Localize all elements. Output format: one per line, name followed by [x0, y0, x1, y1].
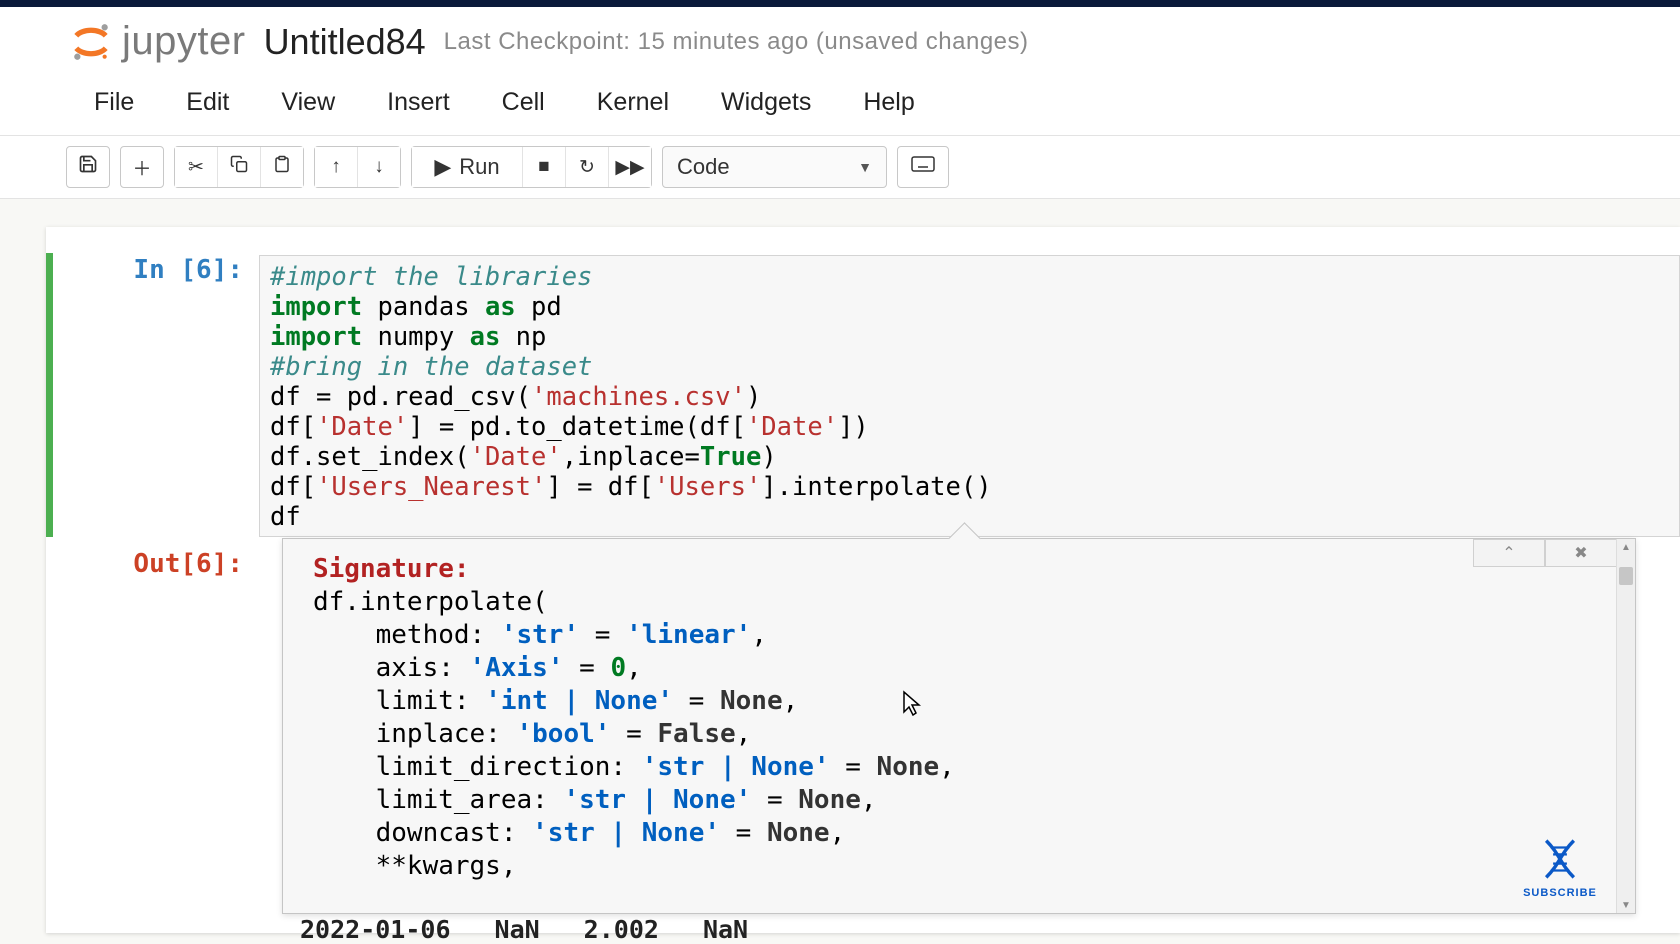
menu-bar: File Edit View Insert Cell Kernel Widget… — [0, 74, 1680, 136]
restart-run-all-button[interactable]: ▶▶ — [609, 147, 651, 187]
menu-widgets[interactable]: Widgets — [717, 82, 815, 123]
code-cell[interactable]: In [6]: #import the libraries import pan… — [46, 253, 1680, 537]
menu-kernel[interactable]: Kernel — [593, 82, 673, 123]
cell-type-value: Code — [677, 154, 730, 180]
out-date: 2022-01-06 — [300, 915, 451, 944]
notebook-title[interactable]: Untitled84 — [264, 21, 426, 63]
jupyter-mark-icon — [70, 21, 112, 63]
popup-scrollbar[interactable]: ▲ ▼ — [1616, 539, 1635, 913]
play-icon: ▶ — [434, 154, 451, 180]
restart-button[interactable]: ↻ — [566, 147, 609, 187]
mouse-cursor-icon — [902, 690, 922, 722]
menu-view[interactable]: View — [277, 82, 339, 123]
restart-icon: ↻ — [579, 156, 595, 179]
scroll-thumb[interactable] — [1619, 567, 1633, 585]
command-palette-button[interactable] — [897, 146, 949, 188]
notebook-header: jupyter Untitled84 Last Checkpoint: 15 m… — [0, 7, 1680, 74]
arrow-up-icon: ↑ — [331, 156, 341, 178]
paste-button[interactable] — [261, 147, 303, 187]
popup-content: Signature: df.interpolate( method: 'str'… — [283, 539, 1635, 893]
run-label: Run — [459, 154, 499, 180]
dna-icon — [1537, 869, 1583, 886]
code-input-area[interactable]: #import the libraries import pandas as p… — [259, 255, 1680, 537]
close-icon: ✖ — [1574, 543, 1587, 563]
out-col3: NaN — [703, 915, 748, 944]
stop-icon: ■ — [538, 156, 549, 178]
menu-cell[interactable]: Cell — [498, 82, 549, 123]
fast-forward-icon: ▶▶ — [615, 156, 644, 179]
jupyter-logo[interactable]: jupyter — [70, 19, 246, 64]
save-icon — [78, 154, 98, 180]
keyboard-icon — [911, 156, 935, 178]
run-group: ▶ Run ■ ↻ ▶▶ — [411, 146, 652, 188]
move-up-button[interactable]: ↑ — [315, 147, 358, 187]
run-button[interactable]: ▶ Run — [412, 147, 523, 187]
out-col2: 2.002 — [584, 915, 659, 944]
checkpoint-status: Last Checkpoint: 15 minutes ago (unsaved… — [444, 28, 1029, 56]
chevron-up-icon: ⌃ — [1502, 543, 1515, 563]
interrupt-button[interactable]: ■ — [523, 147, 566, 187]
menu-help[interactable]: Help — [859, 82, 918, 123]
jupyter-wordmark: jupyter — [122, 19, 246, 64]
plus-icon: ＋ — [132, 154, 151, 181]
move-group: ↑ ↓ — [314, 146, 401, 188]
chevron-down-icon: ▼ — [858, 159, 872, 175]
menu-edit[interactable]: Edit — [182, 82, 233, 123]
arrow-down-icon: ↓ — [374, 156, 384, 178]
add-cell-button[interactable]: ＋ — [120, 146, 164, 188]
popup-controls: ⌃ ✖ — [1473, 539, 1617, 567]
out-prompt: Out[6]: — [133, 545, 243, 579]
subscribe-badge[interactable]: SUBSCRIBE — [1520, 836, 1600, 899]
cell-type-dropdown[interactable]: Code ▼ — [662, 146, 887, 188]
window-top-border — [0, 0, 1680, 7]
out-col1: NaN — [495, 915, 540, 944]
move-down-button[interactable]: ↓ — [358, 147, 400, 187]
subscribe-label: SUBSCRIBE — [1520, 887, 1600, 899]
scroll-down-icon[interactable]: ▼ — [1617, 897, 1635, 913]
menu-insert[interactable]: Insert — [383, 82, 454, 123]
toolbar: ＋ ✂ ↑ ↓ ▶ Run ■ ↻ ▶▶ Code ▼ — [0, 136, 1680, 199]
cut-button[interactable]: ✂ — [175, 147, 218, 187]
output-data-row: 2022-01-06 NaN 2.002 NaN — [300, 915, 748, 944]
scissors-icon: ✂ — [188, 156, 204, 179]
paste-icon — [273, 155, 291, 179]
save-button[interactable] — [66, 146, 110, 188]
popup-expand-button[interactable]: ⌃ — [1473, 539, 1545, 567]
menu-file[interactable]: File — [90, 82, 138, 123]
introspection-popup: ⌃ ✖ ▲ ▼ Signature: df.interpolate( metho… — [282, 538, 1636, 914]
scroll-up-icon[interactable]: ▲ — [1617, 539, 1635, 555]
clipboard-group: ✂ — [174, 146, 304, 188]
in-prompt: In [6]: — [133, 255, 243, 285]
popup-close-button[interactable]: ✖ — [1545, 539, 1617, 567]
copy-icon — [230, 155, 248, 179]
copy-button[interactable] — [218, 147, 261, 187]
